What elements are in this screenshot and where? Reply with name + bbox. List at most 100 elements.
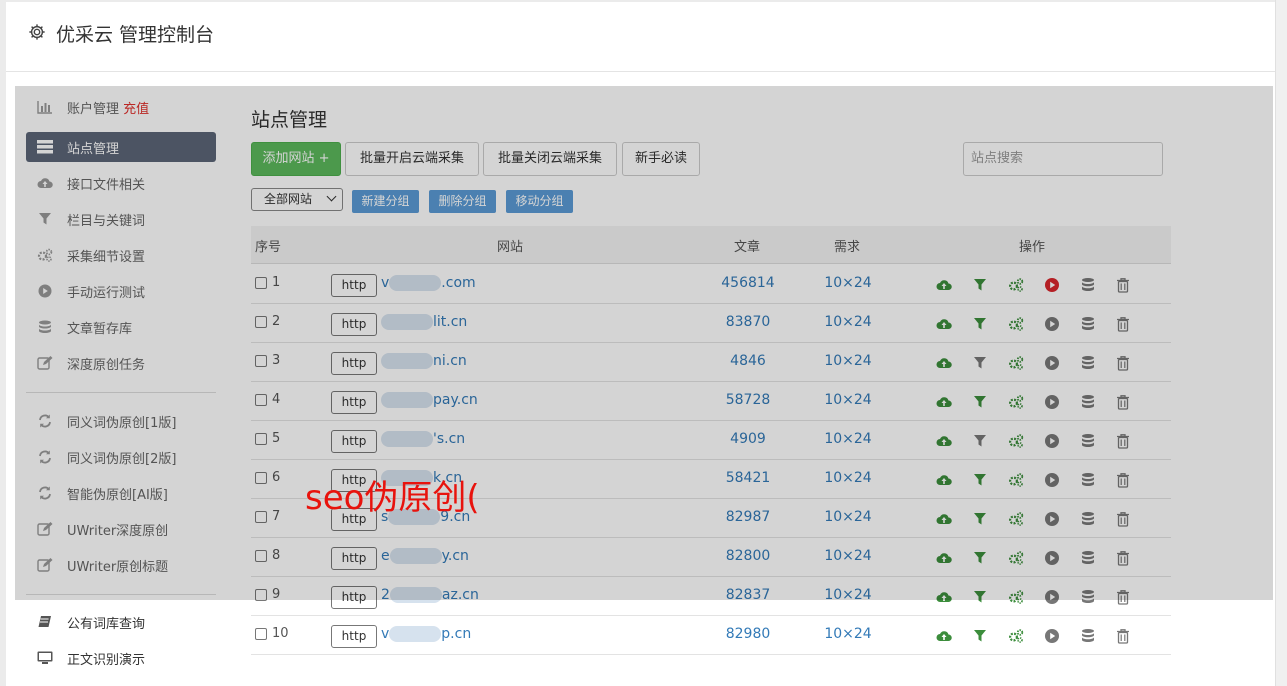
batch-close-cloud-button[interactable]: 批量关闭云端采集 [483,142,617,176]
filter-icon[interactable] [972,433,988,449]
row-checkbox[interactable] [255,550,267,562]
demand-value[interactable]: 10×24 [798,587,898,603]
protocol-badge[interactable]: http [331,313,377,336]
article-count[interactable]: 83870 [698,314,798,330]
site-link[interactable]: 's.cn [381,431,465,447]
demand-value[interactable]: 10×24 [798,314,898,330]
protocol-badge[interactable]: http [331,391,377,414]
cloud-upload-icon[interactable] [936,628,952,644]
newbie-guide-button[interactable]: 新手必读 [622,142,700,176]
trash-icon[interactable] [1115,433,1131,449]
demand-value[interactable]: 10×24 [798,509,898,525]
cogs-icon[interactable] [1008,316,1024,332]
article-count[interactable]: 82837 [698,587,798,603]
protocol-badge[interactable]: http [331,586,377,609]
article-count[interactable]: 82987 [698,509,798,525]
trash-icon[interactable] [1115,394,1131,410]
sidebar-item-collect-settings[interactable]: 采集细节设置 [26,240,216,270]
site-link[interactable]: v p.cn [381,626,471,642]
cloud-upload-icon[interactable] [936,433,952,449]
trash-icon[interactable] [1115,550,1131,566]
filter-icon[interactable] [972,511,988,527]
sidebar-item-columns-keywords[interactable]: 栏目与关键词 [26,204,216,234]
sidebar-item-uwriter-title[interactable]: UWriter原创标题 [26,550,216,580]
trash-icon[interactable] [1115,277,1131,293]
trash-icon[interactable] [1115,472,1131,488]
filter-icon[interactable] [972,355,988,371]
cogs-icon[interactable] [1008,628,1024,644]
cloud-upload-icon[interactable] [936,589,952,605]
protocol-badge[interactable]: http [331,625,377,648]
cogs-icon[interactable] [1008,277,1024,293]
demand-value[interactable]: 10×24 [798,275,898,291]
recharge-link[interactable]: 充值 [123,102,149,117]
batch-open-cloud-button[interactable]: 批量开启云端采集 [345,142,479,176]
cloud-upload-icon[interactable] [936,550,952,566]
site-link[interactable]: ni.cn [381,353,467,369]
play-circle-icon[interactable] [1044,433,1060,449]
database-icon[interactable] [1080,628,1096,644]
trash-icon[interactable] [1115,355,1131,371]
cogs-icon[interactable] [1008,433,1024,449]
sidebar-item-uwriter-deep[interactable]: UWriter深度原创 [26,514,216,544]
add-site-button[interactable]: 添加网站 + [251,142,341,176]
row-checkbox[interactable] [255,433,267,445]
play-circle-icon[interactable] [1044,589,1060,605]
play-circle-icon[interactable] [1044,394,1060,410]
database-icon[interactable] [1080,433,1096,449]
cogs-icon[interactable] [1008,589,1024,605]
site-link[interactable]: e y.cn [381,548,469,564]
play-circle-icon[interactable] [1044,628,1060,644]
trash-icon[interactable] [1115,511,1131,527]
site-link[interactable]: lit.cn [381,314,467,330]
demand-value[interactable]: 10×24 [798,353,898,369]
article-count[interactable]: 82980 [698,626,798,642]
row-checkbox[interactable] [255,472,267,484]
delete-group-button[interactable]: 删除分组 [429,190,496,213]
filter-icon[interactable] [972,316,988,332]
protocol-badge[interactable]: http [331,352,377,375]
database-icon[interactable] [1080,355,1096,371]
demand-value[interactable]: 10×24 [798,548,898,564]
article-count[interactable]: 4846 [698,353,798,369]
database-icon[interactable] [1080,589,1096,605]
row-checkbox[interactable] [255,589,267,601]
trash-icon[interactable] [1115,316,1131,332]
sidebar-item-public-lexicon[interactable]: 公有词库查询 [26,607,216,637]
sidebar-item-text-recognition[interactable]: 正文识别演示 [26,643,216,673]
filter-icon[interactable] [972,277,988,293]
site-link[interactable]: pay.cn [381,392,478,408]
protocol-badge[interactable]: http [331,547,377,570]
cogs-icon[interactable] [1008,511,1024,527]
site-link[interactable]: v .com [381,275,476,291]
protocol-badge[interactable]: http [331,274,377,297]
demand-value[interactable]: 10×24 [798,392,898,408]
cloud-upload-icon[interactable] [936,277,952,293]
cloud-upload-icon[interactable] [936,355,952,371]
play-circle-icon[interactable] [1044,355,1060,371]
demand-value[interactable]: 10×24 [798,470,898,486]
trash-icon[interactable] [1115,589,1131,605]
sidebar-item-synonym-v2[interactable]: 同义词伪原创[2版] [26,442,216,472]
article-count[interactable]: 58728 [698,392,798,408]
cloud-upload-icon[interactable] [936,472,952,488]
article-count[interactable]: 4909 [698,431,798,447]
trash-icon[interactable] [1115,628,1131,644]
cogs-icon[interactable] [1008,394,1024,410]
play-circle-icon[interactable] [1044,277,1060,293]
play-circle-icon[interactable] [1044,316,1060,332]
row-checkbox[interactable] [255,316,267,328]
site-link[interactable]: 2 az.cn [381,587,479,603]
article-count[interactable]: 456814 [698,275,798,291]
database-icon[interactable] [1080,394,1096,410]
play-circle-icon[interactable] [1044,472,1060,488]
group-select[interactable]: 全部网站 [251,188,343,211]
sidebar-item-site-management[interactable]: 站点管理 [26,132,216,162]
database-icon[interactable] [1080,472,1096,488]
filter-icon[interactable] [972,550,988,566]
site-search-input[interactable]: 站点搜索 [963,142,1163,176]
row-checkbox[interactable] [255,511,267,523]
sidebar-item-interface-files[interactable]: 接口文件相关 [26,168,216,198]
cogs-icon[interactable] [1008,472,1024,488]
filter-icon[interactable] [972,628,988,644]
